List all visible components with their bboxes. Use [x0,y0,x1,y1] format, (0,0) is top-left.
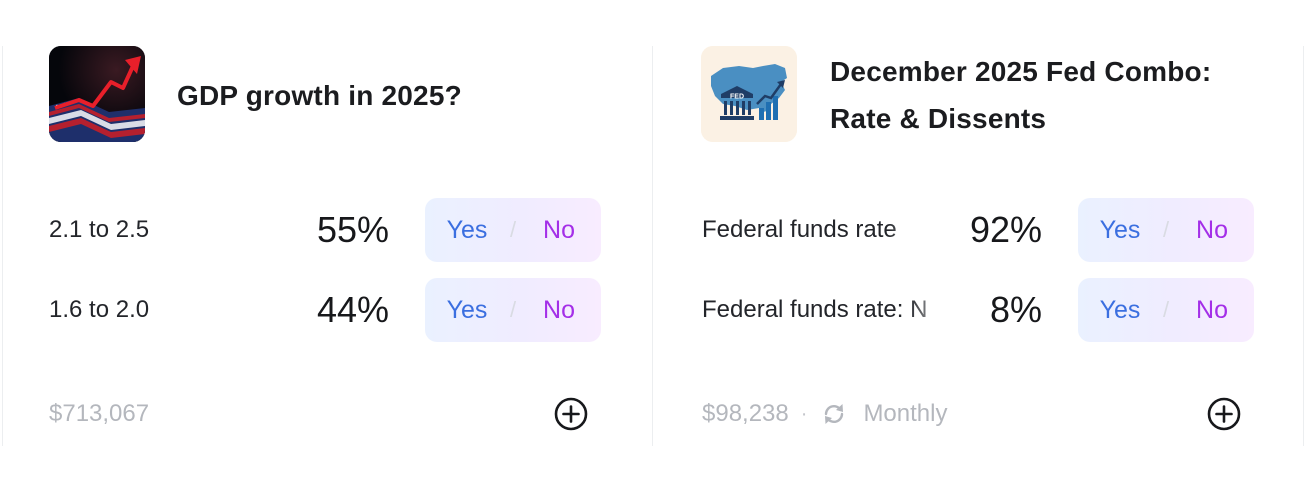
outcome-percent: 55% [316,209,389,250]
outcome-row: 1.6 to 2.0 44% Yes / No [49,278,601,342]
market-title-line2: Rate & Dissents [830,103,1047,134]
market-footer: $98,238 · Monthly [702,390,947,438]
outcome-percent: 44% [316,289,389,330]
outcome-percent: 92% [969,209,1042,250]
outcome-label: 1.6 to 2.0 [49,296,150,323]
plus-circle-icon [1207,397,1241,431]
yes-no-separator: / [509,217,517,242]
market-card-fed[interactable]: FED December 2025 Fed Combo: Rate & Diss… [653,0,1303,493]
add-button[interactable] [554,397,588,431]
fed-label: FED [730,94,744,101]
no-button[interactable]: No [1170,216,1254,245]
separator-dot: · [800,403,808,425]
outcome-row: Federal funds rate 92% Yes / No [702,198,1254,262]
outcome-label: Federal funds rate [702,216,897,243]
yes-button[interactable]: Yes [425,216,509,245]
yes-no-separator: / [509,297,517,322]
yes-no-buttons: Yes / No [1078,278,1254,342]
no-button[interactable]: No [1170,296,1254,325]
yes-no-separator: / [1162,217,1170,242]
card-edge-right [1303,46,1304,446]
yes-button[interactable]: Yes [1078,296,1162,325]
outcome-label: Federal funds rate: N [702,296,928,323]
volume-text: $713,067 [49,400,150,427]
yes-button[interactable]: Yes [1078,216,1162,245]
yes-no-buttons: Yes / No [1078,198,1254,262]
outcome-percent: 8% [989,289,1042,330]
add-button[interactable] [1207,397,1241,431]
market-title-line1: December 2025 Fed Combo: [830,56,1212,87]
no-button[interactable]: No [517,296,601,325]
yes-no-buttons: Yes / No [425,198,601,262]
market-card-gdp[interactable]: GDP growth in 2025? 2.1 to 2.5 55% Yes /… [0,0,652,493]
market-title[interactable]: December 2025 Fed Combo: Rate & Dissents [830,48,1211,142]
yes-no-separator: / [1162,297,1170,322]
outcome-row: 2.1 to 2.5 55% Yes / No [49,198,601,262]
market-thumbnail[interactable]: FED [701,46,797,142]
us-flag-arrow-up-icon [49,46,145,142]
outcome-label: 2.1 to 2.5 [49,216,150,243]
no-button[interactable]: No [517,216,601,245]
market-thumbnail[interactable] [49,46,145,142]
yes-no-buttons: Yes / No [425,278,601,342]
recurrence-label: Monthly [863,400,948,427]
volume-text: $98,238 [702,400,789,427]
outcome-row: Federal funds rate: N 8% Yes / No [702,278,1254,342]
plus-circle-icon [554,397,588,431]
market-footer: $713,067 [49,390,149,438]
fed-building-usmap-chart-icon: FED [701,46,797,142]
refresh-icon [825,404,844,424]
yes-button[interactable]: Yes [425,296,509,325]
market-title[interactable]: GDP growth in 2025? [177,72,462,119]
